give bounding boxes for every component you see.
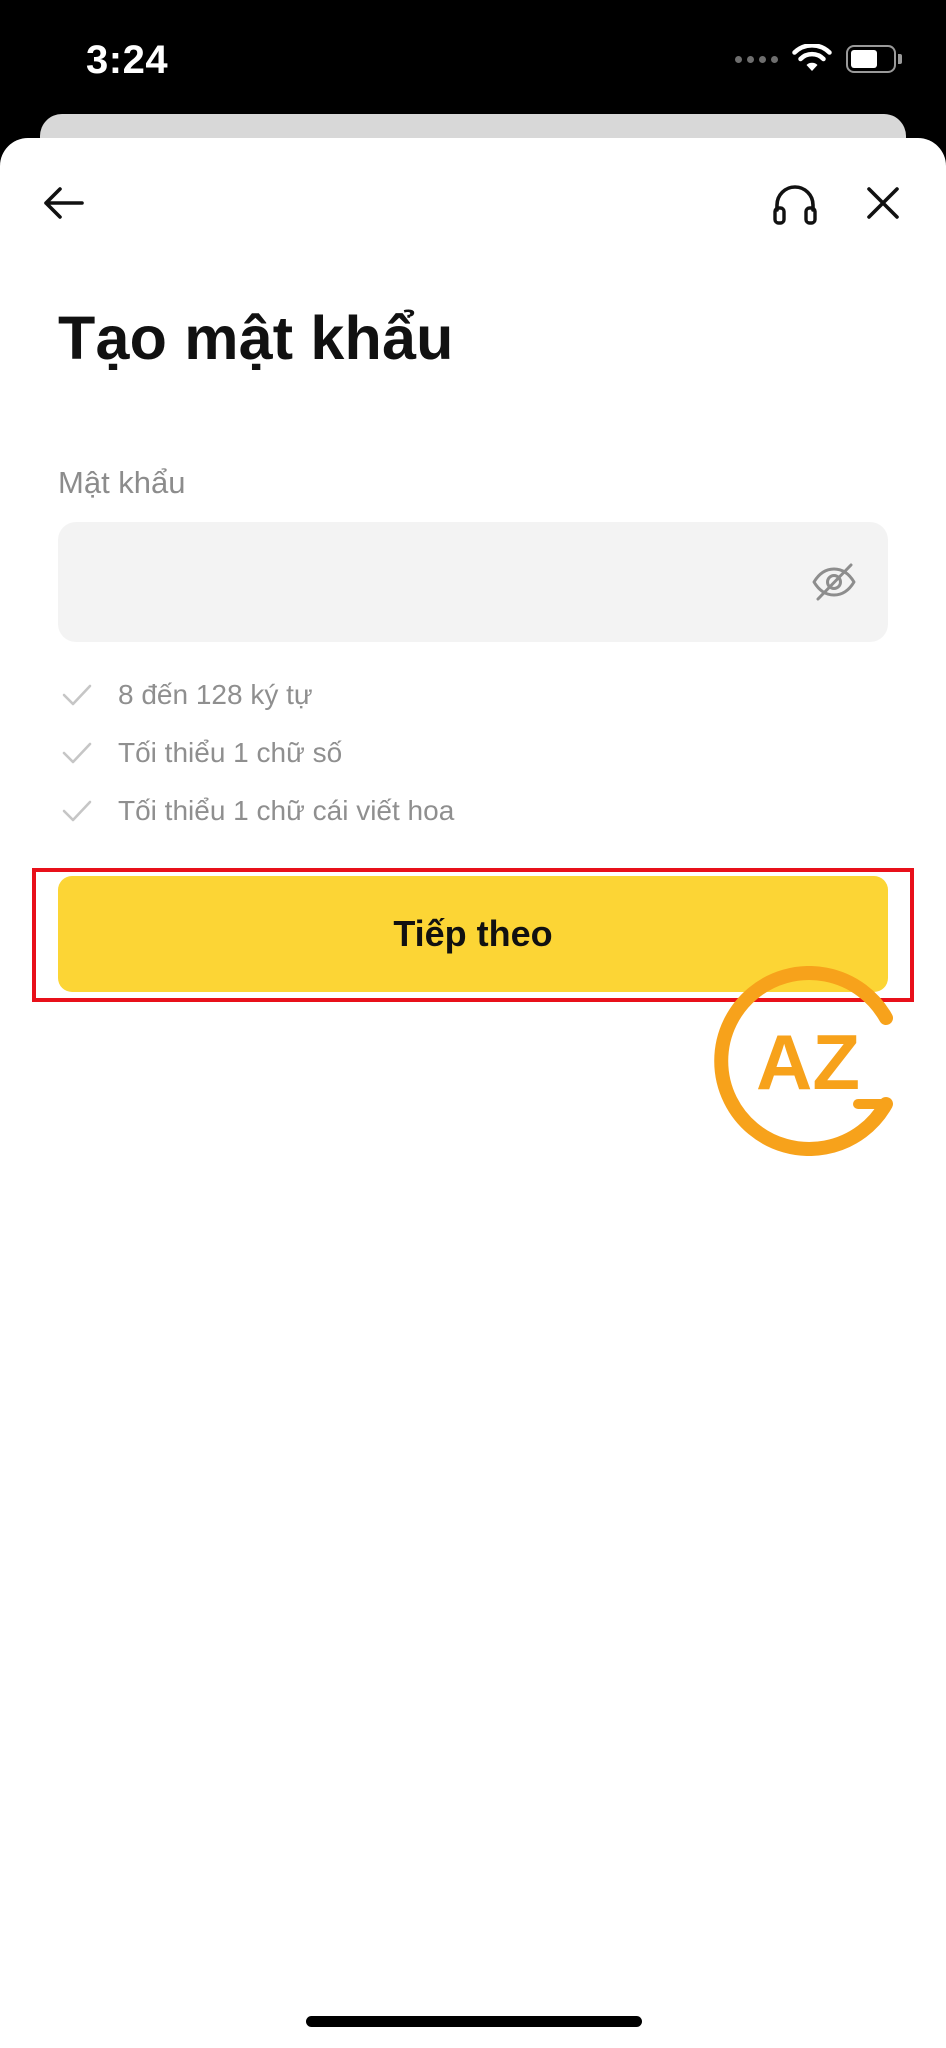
back-button[interactable] <box>38 178 88 228</box>
password-field[interactable] <box>58 522 888 642</box>
wifi-icon <box>792 44 832 71</box>
page-title: Tạo mật khẩu <box>58 304 454 372</box>
check-icon <box>62 800 92 822</box>
battery-icon <box>846 45 902 73</box>
home-indicator[interactable] <box>306 2016 642 2027</box>
arrow-left-icon <box>44 187 84 219</box>
requirement-item: Tối thiểu 1 chữ cái viết hoa <box>62 782 454 840</box>
password-requirements: 8 đến 128 ký tự Tối thiểu 1 chữ số Tối t… <box>62 666 454 840</box>
check-icon <box>62 684 92 706</box>
create-password-sheet: Tạo mật khẩu Mật khẩu 8 đến 128 ký tự Tố… <box>0 138 946 2048</box>
requirement-text: 8 đến 128 ký tự <box>118 679 313 710</box>
close-button[interactable] <box>858 178 908 228</box>
watermark-text: AZ <box>756 1018 860 1106</box>
requirement-text: Tối thiểu 1 chữ cái viết hoa <box>118 795 455 826</box>
password-input[interactable] <box>82 522 802 642</box>
toggle-visibility-button[interactable] <box>810 560 858 604</box>
requirement-item: Tối thiểu 1 chữ số <box>62 724 454 782</box>
support-button[interactable] <box>768 178 822 232</box>
requirement-text: Tối thiểu 1 chữ số <box>118 737 343 768</box>
password-label: Mật khẩu <box>58 465 186 500</box>
headset-icon <box>773 185 817 225</box>
status-icons <box>735 44 902 74</box>
status-bar: 3:24 <box>0 0 946 130</box>
status-time: 3:24 <box>86 38 169 82</box>
check-icon <box>62 742 92 764</box>
signal-icon <box>735 55 778 63</box>
eye-slash-icon <box>812 563 856 601</box>
close-icon <box>867 187 899 219</box>
requirement-item: 8 đến 128 ký tự <box>62 666 454 724</box>
watermark-logo: AZ <box>714 966 893 1156</box>
